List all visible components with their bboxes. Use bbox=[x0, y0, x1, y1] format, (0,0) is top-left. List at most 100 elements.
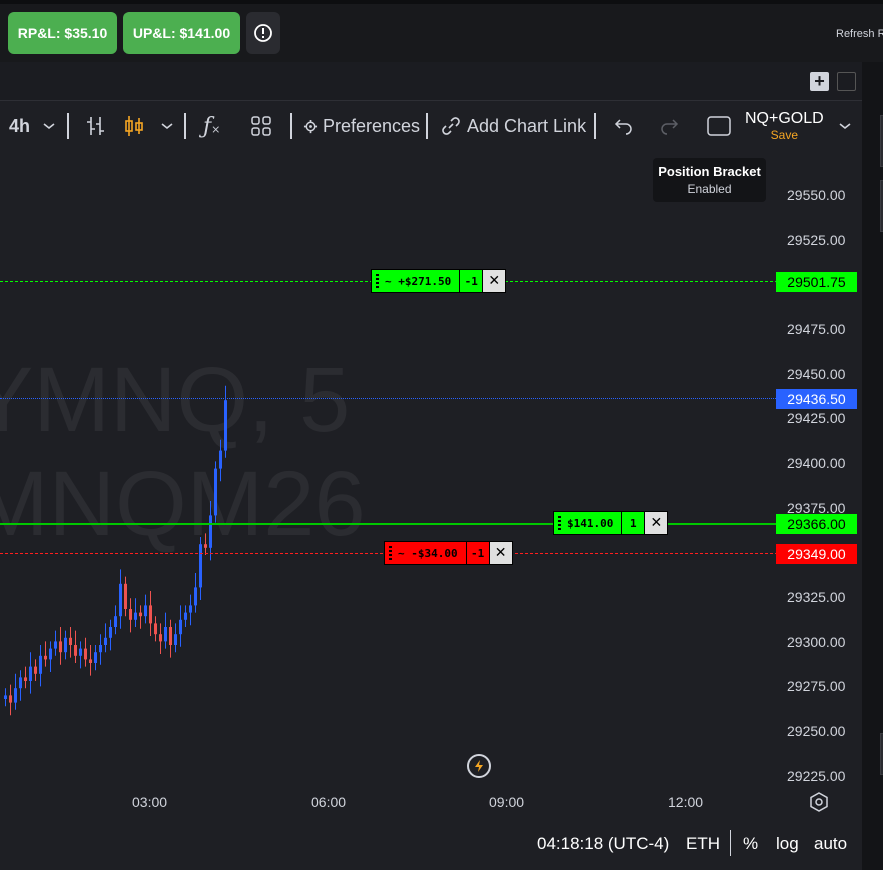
templates-button[interactable] bbox=[250, 101, 272, 151]
candle-body bbox=[44, 655, 47, 660]
timeframe-button[interactable]: 4h bbox=[9, 101, 30, 151]
candle-body bbox=[164, 627, 167, 642]
drag-handle-icon[interactable] bbox=[376, 274, 379, 288]
layout-name: NQ+GOLD bbox=[745, 110, 824, 127]
session-button[interactable]: ETH bbox=[686, 834, 720, 854]
maximize-panel-button[interactable] bbox=[837, 72, 856, 91]
toolbar-separator bbox=[67, 113, 69, 139]
axis-settings-button[interactable] bbox=[808, 791, 830, 818]
stop-loss-pnl: ~ -$34.00 bbox=[398, 546, 458, 560]
close-icon[interactable]: ✕ bbox=[483, 269, 507, 293]
candle-body bbox=[154, 623, 157, 635]
price-chart[interactable]: YMNQ, 5 MNQM26 ~ +$271.50 -1 ✕ $141.00 1… bbox=[0, 150, 778, 786]
price-axis[interactable]: 29550.00 29525.00 29475.00 29450.00 2942… bbox=[778, 150, 862, 786]
candle-body bbox=[159, 634, 162, 642]
candle-body bbox=[114, 616, 117, 627]
position-price-badge: 29366.00 bbox=[776, 514, 857, 534]
candle-body bbox=[94, 652, 97, 663]
close-icon[interactable]: ✕ bbox=[489, 541, 513, 565]
panel-header bbox=[0, 62, 862, 100]
drag-handle-icon[interactable] bbox=[558, 516, 561, 530]
bar-type-button[interactable] bbox=[85, 101, 107, 151]
indicators-button[interactable]: ƒ× bbox=[203, 101, 220, 151]
take-profit-price-badge: 29501.75 bbox=[776, 272, 857, 292]
candle-body bbox=[34, 666, 37, 674]
position-pnl: $141.00 bbox=[567, 516, 614, 530]
fullscreen-button[interactable] bbox=[706, 101, 732, 151]
take-profit-order[interactable]: ~ +$271.50 -1 ✕ bbox=[371, 269, 507, 293]
position-label[interactable]: $141.00 bbox=[553, 511, 623, 535]
add-chart-link-label: Add Chart Link bbox=[467, 115, 587, 136]
upl-button[interactable]: UP&L: $141.00 bbox=[123, 12, 240, 54]
stop-loss-order[interactable]: ~ -$34.00 -1 ✕ bbox=[384, 541, 513, 565]
toolbar-separator bbox=[594, 113, 596, 139]
candle-body bbox=[69, 637, 72, 645]
candles-icon bbox=[125, 116, 143, 136]
layout-dropdown[interactable] bbox=[838, 101, 852, 151]
rpl-button[interactable]: RP&L: $35.10 bbox=[8, 12, 117, 54]
candle-body bbox=[149, 605, 152, 624]
y-tick: 29250.00 bbox=[787, 723, 846, 739]
alert-circle-icon bbox=[254, 24, 272, 42]
candle-body bbox=[74, 645, 77, 656]
gear-icon bbox=[303, 119, 318, 133]
time-axis[interactable]: 03:00 06:00 09:00 12:00 bbox=[0, 786, 862, 818]
current-price-line bbox=[0, 398, 778, 399]
chart-type-dropdown[interactable] bbox=[160, 101, 174, 151]
candle-body bbox=[219, 450, 222, 469]
redo-button[interactable] bbox=[659, 101, 681, 151]
candle-body bbox=[14, 688, 17, 703]
chart-toolbar: 4h ƒ× Preferences Add Chart Link NQ+GOLD… bbox=[0, 100, 862, 151]
auto-scale-button[interactable]: auto bbox=[814, 834, 847, 854]
candle-body bbox=[214, 468, 217, 516]
timeframe-dropdown[interactable] bbox=[42, 101, 56, 151]
candle-body bbox=[209, 515, 212, 548]
y-tick: 29225.00 bbox=[787, 768, 846, 784]
x-tick: 03:00 bbox=[132, 794, 168, 810]
candle-body bbox=[189, 605, 192, 613]
y-tick: 29525.00 bbox=[787, 232, 846, 248]
lightning-icon bbox=[475, 760, 483, 772]
candle-body bbox=[174, 634, 177, 645]
undo-icon bbox=[614, 119, 632, 135]
clock-timezone[interactable]: 04:18:18 (UTC-4) bbox=[537, 834, 669, 854]
alert-button[interactable] bbox=[246, 12, 280, 54]
take-profit-qty: -1 bbox=[460, 269, 484, 293]
y-tick: 29275.00 bbox=[787, 678, 846, 694]
top-bar: RP&L: $35.10 UP&L: $141.00 Refresh Ra bbox=[0, 0, 883, 62]
layout-selector[interactable]: NQ+GOLD Save bbox=[745, 101, 824, 151]
candle-body bbox=[129, 609, 132, 620]
layout-save[interactable]: Save bbox=[771, 128, 798, 142]
candle-body bbox=[104, 637, 107, 645]
position-order[interactable]: $141.00 1 ✕ bbox=[553, 511, 669, 535]
candle-body bbox=[24, 677, 27, 681]
percent-scale-button[interactable]: % bbox=[743, 834, 758, 854]
candles-button[interactable] bbox=[123, 101, 145, 151]
drag-handle-icon[interactable] bbox=[389, 546, 392, 560]
candle-body bbox=[9, 695, 12, 703]
add-chart-link-button[interactable]: Add Chart Link bbox=[442, 101, 586, 151]
y-tick: 29425.00 bbox=[787, 410, 846, 426]
undo-button[interactable] bbox=[612, 101, 634, 151]
chevron-down-icon bbox=[43, 123, 55, 130]
candle-body bbox=[194, 587, 197, 606]
square-icon bbox=[707, 116, 731, 136]
preferences-button[interactable]: Preferences bbox=[303, 101, 420, 151]
log-scale-button[interactable]: log bbox=[776, 834, 799, 854]
refresh-rate-label: Refresh Ra bbox=[836, 28, 883, 40]
take-profit-label[interactable]: ~ +$271.50 bbox=[371, 269, 461, 293]
y-tick: 29400.00 bbox=[787, 455, 846, 471]
candle-body bbox=[169, 627, 172, 645]
y-tick: 29475.00 bbox=[787, 321, 846, 337]
y-tick: 29450.00 bbox=[787, 366, 846, 382]
candle-body bbox=[89, 659, 92, 663]
quick-trade-button[interactable] bbox=[467, 754, 491, 778]
preferences-label: Preferences bbox=[323, 115, 421, 136]
candle-body bbox=[19, 677, 22, 689]
close-icon[interactable]: ✕ bbox=[645, 511, 669, 535]
stop-loss-label[interactable]: ~ -$34.00 bbox=[384, 541, 467, 565]
add-panel-button[interactable]: + bbox=[810, 72, 829, 91]
link-icon bbox=[442, 117, 460, 135]
candle-body bbox=[64, 637, 67, 653]
y-tick: 29300.00 bbox=[787, 634, 846, 650]
